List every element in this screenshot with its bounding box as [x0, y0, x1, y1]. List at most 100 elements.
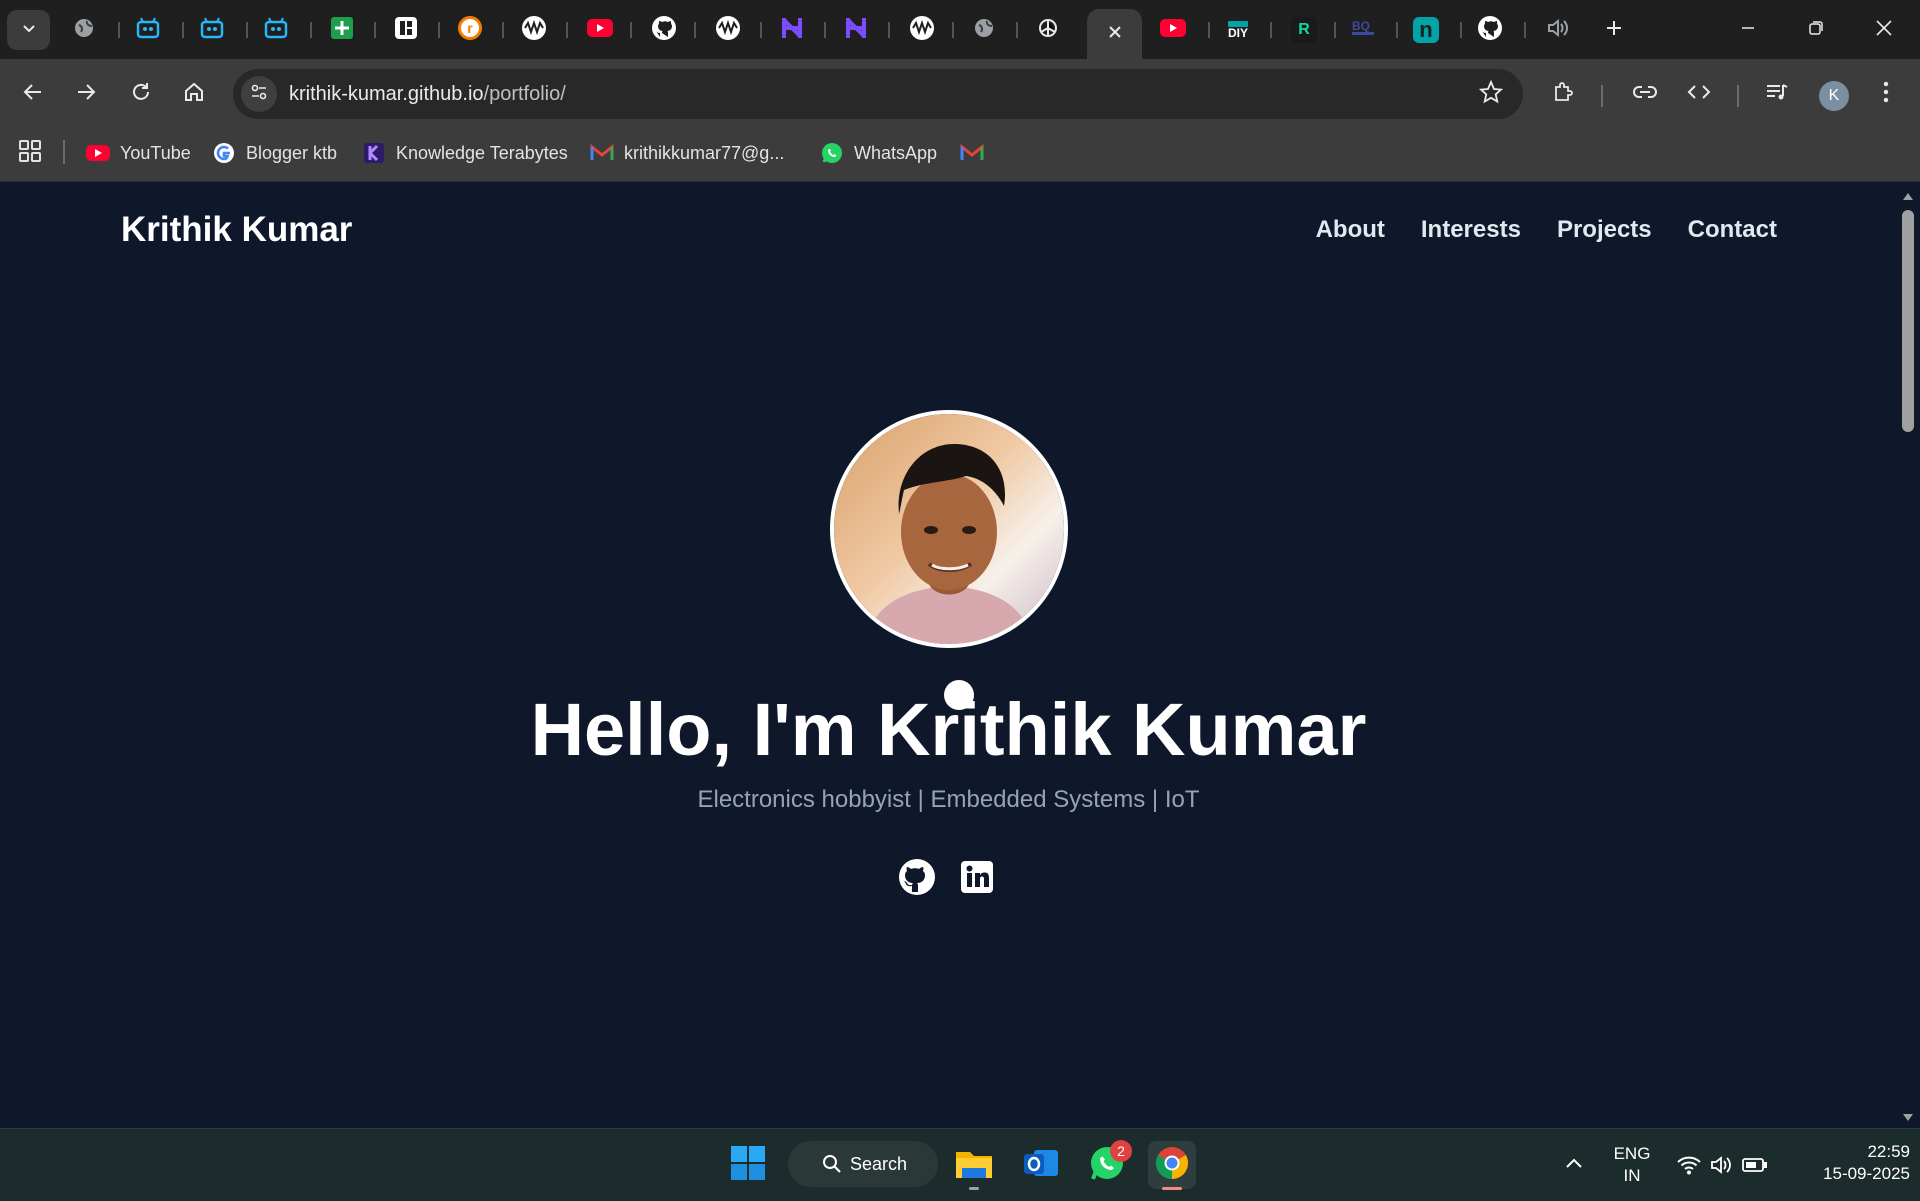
url-host: krithik-kumar.github.io [289, 83, 484, 105]
close-window-button[interactable] [1854, 8, 1914, 52]
bookmark-star-button[interactable] [1477, 79, 1505, 108]
gmail-icon [960, 143, 984, 163]
nav-projects[interactable]: Projects [1557, 216, 1652, 244]
apps-button[interactable] [18, 139, 42, 167]
tab-n[interactable]: n [1408, 12, 1444, 48]
url-path: /portfolio/ [483, 83, 566, 105]
robot-icon [263, 16, 289, 45]
tab-app[interactable] [388, 12, 424, 48]
apps-grid-icon [18, 139, 42, 168]
site-info-button[interactable] [241, 76, 277, 112]
notification-badge: 2 [1110, 1140, 1132, 1162]
tab-diy[interactable]: DIY [1220, 12, 1256, 48]
site-brand[interactable]: Krithik Kumar [121, 210, 352, 250]
tab-github-2[interactable] [1472, 12, 1508, 48]
media-button[interactable] [1757, 74, 1797, 114]
scroll-down-arrow-icon[interactable] [1902, 1110, 1914, 1128]
start-button[interactable] [724, 1141, 772, 1189]
language-indicator[interactable]: ENG IN [1604, 1143, 1660, 1187]
address-bar[interactable]: krithik-kumar.github.io/portfolio/ [233, 69, 1523, 119]
hero-subtitle: Electronics hobbyist | Embedded Systems … [697, 786, 1200, 813]
tab-h-2[interactable] [838, 12, 874, 48]
tab-wave-1[interactable] [516, 12, 552, 48]
social-links [898, 858, 996, 896]
scroll-up-arrow-icon[interactable] [1902, 188, 1914, 206]
linkedin-icon[interactable] [958, 858, 996, 896]
scroll-thumb[interactable] [1902, 210, 1914, 432]
tab-wave-2[interactable] [710, 12, 746, 48]
tab-active-close[interactable] [1087, 9, 1142, 59]
taskbar-search[interactable]: Search [788, 1141, 938, 1187]
link-icon [1632, 82, 1658, 107]
home-button[interactable] [174, 74, 214, 114]
new-tab-button[interactable] [1596, 12, 1632, 48]
url-text[interactable]: krithik-kumar.github.io/portfolio/ [289, 83, 566, 106]
tab-youtube-2[interactable] [1155, 12, 1191, 48]
tab-r-2[interactable]: R [1286, 12, 1322, 48]
bookmarks-separator [63, 140, 65, 164]
nav-contact[interactable]: Contact [1688, 216, 1777, 244]
nav-interests[interactable]: Interests [1421, 216, 1521, 244]
tab-search-button[interactable] [7, 10, 50, 50]
tab-strip: r DIY R BQ n [0, 0, 1920, 59]
tab-sheets[interactable] [324, 12, 360, 48]
robot-icon [199, 16, 225, 45]
tab-separator [888, 22, 890, 38]
whatsapp-taskbar-button[interactable]: 2 [1083, 1140, 1132, 1189]
r-icon: r [457, 15, 483, 46]
tab-globe-2[interactable] [966, 12, 1002, 48]
wifi-icon [1676, 1154, 1702, 1176]
bookmark-knowledge-terabytes[interactable]: Knowledge Terabytes [362, 139, 568, 167]
profile-avatar[interactable]: K [1819, 81, 1849, 111]
tab-r[interactable]: r [452, 12, 488, 48]
tab-robot-2[interactable] [194, 12, 230, 48]
bookmark-gmail[interactable] [960, 139, 994, 167]
code-button[interactable] [1679, 74, 1719, 114]
search-label: Search [850, 1153, 908, 1174]
tab-bq[interactable]: BQ [1346, 12, 1382, 48]
outlook-button[interactable] [1017, 1141, 1065, 1189]
chevron-up-icon [1565, 1156, 1583, 1174]
toolbar-separator [1601, 85, 1603, 107]
minimize-button[interactable] [1718, 8, 1778, 52]
whatsapp-icon [820, 143, 844, 163]
tab-wave-3[interactable] [904, 12, 940, 48]
github-icon[interactable] [898, 858, 936, 896]
bookmark-youtube[interactable]: YouTube [86, 139, 191, 167]
tab-separator [760, 22, 762, 38]
forward-button[interactable] [66, 74, 106, 114]
n-label: n [1419, 17, 1433, 42]
clock[interactable]: 22:59 15-09-2025 [1790, 1141, 1910, 1185]
reload-button[interactable] [121, 74, 161, 114]
extensions-button[interactable] [1544, 74, 1584, 114]
tab-separator [694, 22, 696, 38]
tab-robot-3[interactable] [258, 12, 294, 48]
diy-icon: DIY [1225, 17, 1251, 43]
tab-audio[interactable] [1540, 12, 1576, 48]
link-button[interactable] [1625, 74, 1665, 114]
tab-h-1[interactable] [774, 12, 810, 48]
chrome-taskbar-button[interactable] [1148, 1141, 1196, 1190]
page-scrollbar[interactable] [1897, 182, 1920, 1128]
tab-robot-1[interactable] [130, 12, 166, 48]
tab-openai[interactable] [1030, 12, 1066, 48]
arrow-right-icon [75, 81, 97, 108]
bookmark-whatsapp[interactable]: WhatsApp [820, 139, 937, 167]
back-button[interactable] [13, 74, 53, 114]
bookmark-label: Knowledge Terabytes [396, 142, 568, 163]
file-explorer-button[interactable] [950, 1141, 998, 1190]
system-tray-quick-settings[interactable] [1670, 1141, 1774, 1189]
tab-separator [374, 22, 376, 38]
restore-button[interactable] [1786, 8, 1846, 52]
close-icon[interactable] [1107, 24, 1123, 45]
tab-youtube-1[interactable] [582, 12, 618, 48]
bookmark-blogger-ktb[interactable]: Blogger ktb [212, 139, 337, 167]
github-icon [1477, 15, 1503, 46]
close-icon [1875, 19, 1893, 42]
menu-button[interactable] [1866, 74, 1906, 114]
bookmark-gmail-account[interactable]: krithikkumar77@g... [590, 139, 784, 167]
tab-github-1[interactable] [646, 12, 682, 48]
show-hidden-icons-button[interactable] [1552, 1141, 1596, 1189]
tab-globe[interactable] [66, 12, 102, 48]
nav-about[interactable]: About [1316, 216, 1385, 244]
